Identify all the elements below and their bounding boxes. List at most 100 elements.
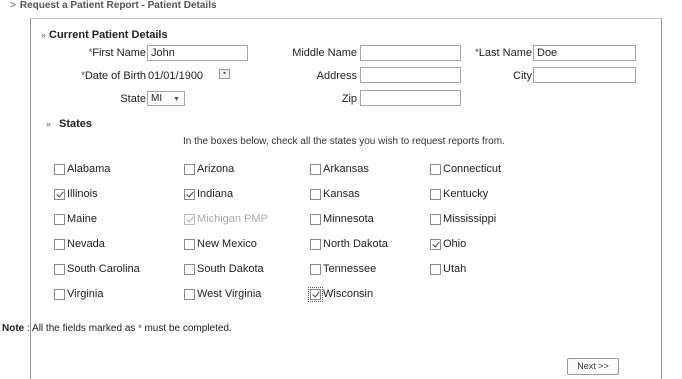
state-option-ohio[interactable]: Ohio — [430, 238, 466, 250]
state-option-new-mexico[interactable]: New Mexico — [184, 238, 257, 250]
note-prefix: Note — [2, 323, 25, 334]
state-checkbox-kansas[interactable] — [310, 188, 321, 200]
expand-chevron-icon: » — [46, 119, 57, 129]
state-option-mississippi[interactable]: Mississippi — [430, 213, 496, 225]
state-checkbox-south-carolina[interactable] — [54, 263, 65, 275]
first-name-label: *First Name — [70, 47, 146, 59]
state-label-maine: Maine — [67, 213, 97, 225]
state-select-value: MI — [151, 93, 163, 104]
state-checkbox-south-dakota[interactable] — [184, 263, 195, 275]
state-option-north-dakota[interactable]: North Dakota — [310, 238, 388, 250]
state-label-nevada: Nevada — [67, 238, 105, 250]
state-label-ohio: Ohio — [443, 238, 467, 250]
state-option-arkansas[interactable]: Arkansas — [310, 163, 369, 175]
address-field[interactable] — [360, 67, 461, 83]
city-field[interactable] — [533, 67, 636, 83]
state-checkbox-kentucky[interactable] — [430, 188, 441, 200]
required-note: Note : All the fields marked as * must b… — [2, 323, 232, 334]
state-checkbox-ohio[interactable] — [430, 238, 441, 250]
city-label: City — [513, 70, 532, 82]
state-label-north-dakota: North Dakota — [323, 238, 388, 250]
patient-details-section-title: » Current Patient Details — [41, 29, 168, 41]
last-name-field[interactable]: Doe — [533, 45, 636, 61]
states-section-title: » States — [46, 118, 92, 130]
dob-field[interactable]: 01/01/1900 — [147, 68, 215, 84]
expand-chevron-icon: » — [41, 30, 47, 40]
state-checkbox-arkansas[interactable] — [310, 163, 321, 175]
state-checkbox-tennessee[interactable] — [310, 263, 321, 275]
state-checkbox-arizona[interactable] — [184, 163, 195, 175]
dob-label: *Date of Birth — [60, 70, 146, 82]
state-label-virginia: Virginia — [67, 288, 104, 300]
state-checkbox-nevada[interactable] — [54, 238, 65, 250]
states-title-text: States — [59, 118, 93, 130]
state-option-wisconsin[interactable]: Wisconsin — [308, 286, 374, 302]
state-option-indiana[interactable]: Indiana — [184, 188, 233, 200]
state-option-connecticut[interactable]: Connecticut — [430, 163, 501, 175]
state-option-michigan-pmp: Michigan PMP — [184, 213, 268, 225]
state-option-minnesota[interactable]: Minnesota — [310, 213, 374, 225]
states-instruction: In the boxes below, check all the states… — [183, 136, 505, 147]
state-checkbox-maine[interactable] — [54, 213, 65, 225]
state-label-tennessee: Tennessee — [323, 263, 377, 275]
state-checkbox-alabama[interactable] — [54, 163, 65, 175]
state-label-arkansas: Arkansas — [323, 163, 369, 175]
state-checkbox-mississippi[interactable] — [430, 213, 441, 225]
breadcrumb: > Request a Patient Report - Patient Deta… — [10, 0, 217, 11]
state-option-south-dakota[interactable]: South Dakota — [184, 263, 264, 275]
state-label: State — [120, 93, 146, 105]
state-option-south-carolina[interactable]: South Carolina — [54, 263, 140, 275]
state-label-indiana: Indiana — [197, 188, 234, 200]
state-label-south-dakota: South Dakota — [197, 263, 264, 275]
state-checkbox-west-virginia[interactable] — [184, 288, 195, 300]
state-option-tennessee[interactable]: Tennessee — [310, 263, 376, 275]
state-checkbox-new-mexico[interactable] — [184, 238, 195, 250]
middle-name-field[interactable] — [360, 45, 461, 61]
state-label-south-carolina: South Carolina — [67, 263, 140, 275]
state-checkbox-minnesota[interactable] — [310, 213, 321, 225]
state-label-new-mexico: New Mexico — [197, 238, 257, 250]
state-checkbox-north-dakota[interactable] — [310, 238, 321, 250]
state-checkbox-connecticut[interactable] — [430, 163, 441, 175]
state-checkbox-indiana[interactable] — [184, 188, 195, 200]
note-suffix: must be completed. — [141, 323, 232, 334]
state-checkbox-michigan-pmp — [184, 213, 195, 225]
state-label-kansas: Kansas — [323, 188, 360, 200]
dob-label-text: Date of Birth — [84, 70, 146, 82]
state-label-alabama: Alabama — [67, 163, 111, 175]
breadcrumb-text: Request a Patient Report - Patient Detai… — [19, 0, 217, 11]
state-checkbox-utah[interactable] — [430, 263, 441, 275]
state-option-maine[interactable]: Maine — [54, 213, 97, 225]
state-checkbox-virginia[interactable] — [54, 288, 65, 300]
zip-field[interactable] — [360, 90, 461, 106]
state-option-kansas[interactable]: Kansas — [310, 188, 360, 200]
state-option-nevada[interactable]: Nevada — [54, 238, 105, 250]
first-name-field[interactable]: John — [147, 45, 248, 61]
state-checkbox-wisconsin[interactable] — [308, 286, 323, 302]
state-label-michigan-pmp: Michigan PMP — [197, 213, 268, 225]
breadcrumb-arrow-icon: > — [10, 0, 16, 11]
state-option-utah[interactable]: Utah — [430, 263, 466, 275]
last-name-label: *Last Name — [466, 47, 532, 59]
next-button[interactable]: Next >> — [567, 358, 619, 375]
state-option-illinois[interactable]: Illinois — [54, 188, 98, 200]
state-option-virginia[interactable]: Virginia — [54, 288, 104, 300]
state-label-west-virginia: West Virginia — [197, 288, 262, 300]
state-label-connecticut: Connecticut — [443, 163, 502, 175]
state-option-kentucky[interactable]: Kentucky — [430, 188, 488, 200]
state-label-wisconsin: Wisconsin — [323, 288, 374, 300]
state-checkbox-illinois[interactable] — [54, 188, 65, 200]
last-name-label-text: Last Name — [478, 47, 532, 59]
calendar-icon[interactable]: ▪ — [219, 69, 230, 79]
middle-name-label: Middle Name — [292, 47, 357, 59]
address-label: Address — [316, 70, 357, 82]
state-select[interactable]: MI ▼ — [147, 91, 185, 106]
state-label-minnesota: Minnesota — [323, 213, 374, 225]
state-label-illinois: Illinois — [67, 188, 98, 200]
state-option-alabama[interactable]: Alabama — [54, 163, 110, 175]
state-label-arizona: Arizona — [197, 163, 235, 175]
state-option-arizona[interactable]: Arizona — [184, 163, 234, 175]
note-text: : All the fields marked as — [24, 323, 139, 334]
state-option-west-virginia[interactable]: West Virginia — [184, 288, 261, 300]
chevron-down-icon: ▼ — [173, 96, 180, 103]
